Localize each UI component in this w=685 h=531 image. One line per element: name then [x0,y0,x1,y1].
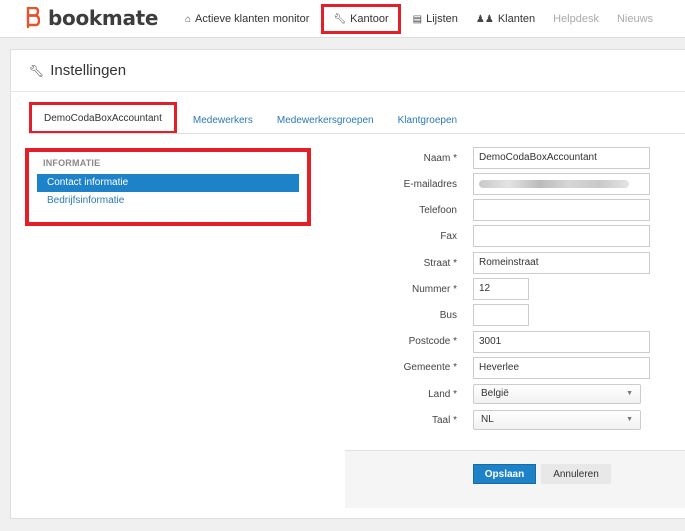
naam-input[interactable]: DemoCodaBoxAccountant [473,147,650,169]
taal-select[interactable]: NL ▼ [473,410,641,430]
nav-item-nieuws[interactable]: Nieuws [608,0,662,38]
nav-item-kantoor[interactable]: 🔧︎ Kantoor [321,4,401,34]
straat-input[interactable]: Romeinstraat [473,252,650,274]
bus-label: Bus [439,310,457,321]
nav-item-label: Klanten [497,13,536,25]
tab-klantgroepen[interactable]: Klantgroepen [386,106,470,134]
nav-item-label: Helpdesk [553,13,599,25]
nav-item-label: Lijsten [426,13,458,25]
settings-tabs: DemoCodaBoxAccountant Medewerkers Medewe… [29,102,469,134]
land-label: Land * [428,389,457,400]
list-icon: ▤ [412,13,423,25]
taal-select-value: NL [481,414,494,425]
naam-label: Naam * [423,153,457,164]
nav-item-lijsten[interactable]: ▤ Lijsten [404,0,467,38]
tab-democodaboxaccountant[interactable]: DemoCodaBoxAccountant [29,102,177,134]
wrench-icon: 🔧︎ [333,13,347,25]
chevron-down-icon: ▼ [626,390,633,397]
save-button[interactable]: Opslaan [473,464,536,484]
taal-label: Taal * [431,415,457,426]
bookmate-logo-icon [26,7,40,29]
telefoon-label: Telefoon [419,205,457,216]
bookmate-logo[interactable]: bookmate [26,6,158,30]
tab-medewerkers[interactable]: Medewerkers [181,106,265,134]
telefoon-input[interactable] [473,199,650,221]
menu-item-contact-informatie[interactable]: Contact informatie [37,174,299,192]
bus-input[interactable] [473,304,529,326]
form-actions: Opslaan Annuleren [345,450,685,508]
fax-input[interactable] [473,225,650,247]
redacted-email [479,180,629,188]
nav-item-label: Actieve klanten monitor [195,13,310,25]
email-input[interactable] [473,173,650,195]
fax-label: Fax [440,231,457,242]
nummer-label: Nummer * [411,284,457,295]
land-select-value: België [481,388,509,399]
tabs-divider [29,133,685,134]
nav-item-label: Nieuws [616,13,654,25]
nav-item-helpdesk[interactable]: Helpdesk [544,0,608,38]
brand-name: bookmate [48,6,159,30]
nav-item-label: Kantoor [350,13,389,25]
menu-item-bedrijfsinformatie[interactable]: Bedrijfsinformatie [37,192,299,210]
tab-medewerkersgroepen[interactable]: Medewerkersgroepen [265,106,386,134]
menu-header: INFORMATIE [43,158,101,168]
main-nav: ⌂ Actieve klanten monitor 🔧︎ Kantoor ▤ L… [176,0,662,38]
divider [11,91,685,92]
postcode-input[interactable]: 3001 [473,331,650,353]
settings-side-menu: INFORMATIE Contact informatie Bedrijfsin… [25,148,311,226]
gemeente-label: Gemeente * [403,362,457,373]
page-title: 🔧︎ Instellingen [29,62,126,79]
wrench-icon: 🔧︎ [29,63,45,78]
gemeente-input[interactable]: Heverlee [473,357,650,379]
home-icon: ⌂ [185,13,192,25]
settings-panel: 🔧︎ Instellingen DemoCodaBoxAccountant Me… [10,49,685,519]
users-icon: ♟♟ [475,13,494,25]
nav-item-actieve-klanten-monitor[interactable]: ⌂ Actieve klanten monitor [176,0,318,38]
land-select[interactable]: België ▼ [473,384,641,404]
cancel-button[interactable]: Annuleren [541,464,611,484]
email-label: E-mailadres [403,179,457,190]
straat-label: Straat * [423,258,457,269]
page-title-text: Instellingen [50,62,127,79]
nummer-input[interactable]: 12 [473,278,529,300]
top-navigation-bar: bookmate ⌂ Actieve klanten monitor 🔧︎ Ka… [0,0,685,38]
chevron-down-icon: ▼ [626,416,633,423]
nav-item-klanten[interactable]: ♟♟ Klanten [467,0,544,38]
postcode-label: Postcode * [408,336,457,347]
